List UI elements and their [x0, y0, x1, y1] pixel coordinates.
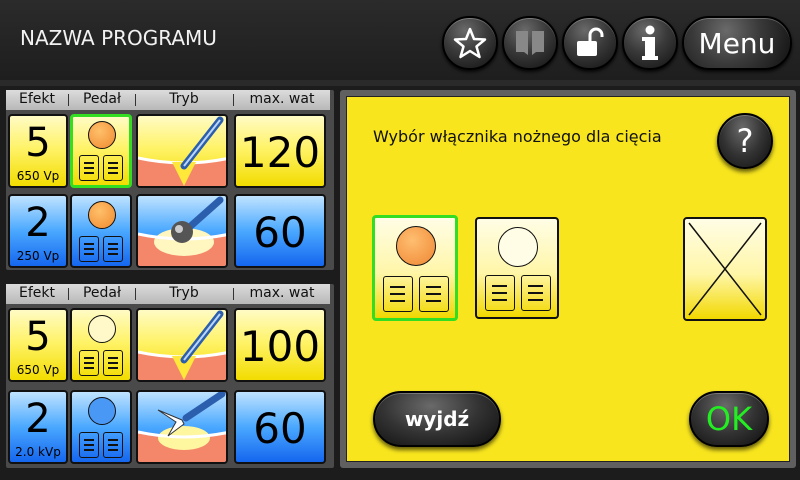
book-icon [516, 31, 544, 55]
mode-button[interactable] [136, 114, 228, 188]
manual-button[interactable] [502, 16, 558, 70]
col-tryb: Tryb [169, 91, 199, 107]
effect-button[interactable]: 2 250 Vp [8, 194, 68, 268]
ok-button[interactable]: OK [689, 391, 769, 447]
effect-value: 5 [25, 314, 51, 360]
pedal-active-icon [88, 121, 116, 149]
col-tryb: Tryb [169, 285, 199, 301]
pedal-inactive-icon [88, 397, 116, 425]
exit-button[interactable]: wyjdź [373, 391, 501, 447]
pedal-active-icon [88, 201, 116, 229]
col-max-wat: max. wat [249, 285, 315, 301]
cross-icon [688, 222, 762, 316]
mode-button[interactable] [136, 194, 228, 268]
col-max-wat: max. wat [249, 91, 315, 107]
max-watt-button[interactable]: 100 [234, 308, 326, 382]
pedal-switch-icon [485, 275, 515, 311]
col-pedal: Pedał [82, 91, 121, 107]
mode-button[interactable] [136, 308, 228, 382]
top-bar: NAZWA PROGRAMU Menu [0, 0, 800, 80]
pedal-option-active[interactable] [372, 215, 458, 321]
pedal-button[interactable] [70, 114, 132, 188]
pedal-switch-icon [79, 432, 99, 458]
cut-blade-icon [138, 116, 226, 186]
max-watt-button[interactable]: 60 [234, 390, 326, 464]
effect-button[interactable]: 5 650 Vp [8, 308, 68, 382]
ok-label: OK [705, 400, 753, 438]
mode-button[interactable] [136, 390, 228, 464]
pedal-option-none[interactable] [683, 217, 767, 321]
max-watt-value: 120 [239, 128, 321, 177]
unlock-button[interactable] [562, 16, 618, 70]
pedal-switch-icon [79, 155, 99, 181]
menu-button[interactable]: Menu [682, 16, 792, 70]
pedal-button[interactable] [70, 390, 132, 464]
pedal-switch-icon [79, 236, 99, 262]
pedal-inactive-icon [88, 315, 116, 343]
pedal-switch-icon [103, 432, 123, 458]
pedal-option-inactive[interactable] [475, 217, 559, 319]
program-name: NAZWA PROGRAMU [20, 26, 217, 50]
effect-button[interactable]: 5 650 Vp [8, 114, 68, 188]
pedal-button[interactable] [70, 308, 132, 382]
spray-coag-icon [138, 392, 226, 462]
pedal-switch-icon [103, 236, 123, 262]
column-header: Efekt Pedał Tryb max. wat [6, 284, 330, 304]
effect-voltage: 2.0 kVp [15, 445, 61, 459]
col-pedal: Pedał [82, 285, 121, 301]
pedal-selection-dialog: Wybór włącznika nożnego dla cięcia ? wyj… [340, 90, 796, 468]
dialog-body: Wybór włącznika nożnego dla cięcia ? wyj… [346, 96, 790, 462]
unlock-icon [577, 27, 604, 56]
col-efekt: Efekt [19, 285, 55, 301]
max-watt-button[interactable]: 120 [234, 114, 326, 188]
pedal-button[interactable] [70, 194, 132, 268]
coag-ball-icon [138, 196, 226, 266]
max-watt-value: 60 [253, 208, 307, 257]
effect-value: 2 [25, 396, 51, 442]
cut-blade-icon [138, 310, 226, 380]
effect-voltage: 250 Vp [16, 249, 60, 263]
info-button[interactable] [622, 16, 678, 70]
help-button[interactable]: ? [717, 113, 773, 169]
col-efekt: Efekt [19, 91, 55, 107]
pedal-switch-icon [79, 350, 99, 376]
max-watt-button[interactable]: 60 [234, 194, 326, 268]
channel-group-1: Efekt Pedał Tryb max. wat 5 650 Vp 120 2… [6, 90, 334, 270]
pedal-switch-icon [419, 276, 449, 312]
pedal-switch-icon [383, 276, 413, 312]
exit-label: wyjdź [404, 407, 470, 431]
effect-value: 5 [25, 120, 51, 166]
channel-group-2: Efekt Pedał Tryb max. wat 5 650 Vp 100 2… [6, 284, 334, 468]
pedal-switch-icon [103, 155, 123, 181]
effect-voltage: 650 Vp [16, 363, 60, 377]
help-icon: ? [736, 122, 754, 160]
pedal-inactive-icon [498, 227, 538, 267]
effect-button[interactable]: 2 2.0 kVp [8, 390, 68, 464]
pedal-active-icon [396, 226, 436, 266]
pedal-switch-icon [521, 275, 551, 311]
max-watt-value: 100 [239, 322, 321, 371]
dialog-title: Wybór włącznika nożnego dla cięcia [373, 127, 662, 146]
info-icon [642, 25, 658, 60]
header-separator [0, 80, 800, 86]
effect-value: 2 [25, 200, 51, 246]
favorite-button[interactable] [442, 16, 498, 70]
pedal-switch-icon [103, 350, 123, 376]
star-icon [453, 27, 487, 59]
max-watt-value: 60 [253, 404, 307, 453]
effect-voltage: 650 Vp [16, 169, 60, 183]
column-header: Efekt Pedał Tryb max. wat [6, 90, 330, 110]
